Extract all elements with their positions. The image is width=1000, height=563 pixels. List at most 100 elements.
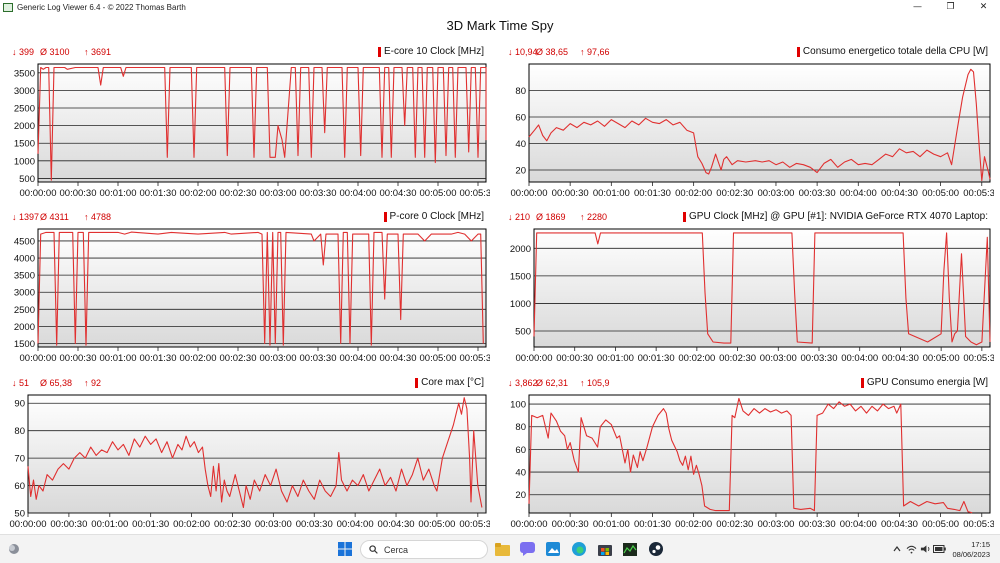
close-button[interactable]: ✕	[967, 0, 1000, 14]
chart-plot[interactable]: 50 60 70 80 90 00:00:00 00:00:30 00:01:00 00:01:…	[8, 389, 490, 531]
file-explorer-icon[interactable]	[494, 541, 510, 557]
store-icon[interactable]	[597, 541, 613, 557]
chart-title-text: GPU Clock [MHz] @ GPU [#1]: NVIDIA GeFor…	[689, 211, 988, 222]
stat-max: ↑ 2280	[580, 212, 608, 222]
x-tick-label: 00:00:00	[20, 188, 57, 199]
clock-date[interactable]: 08/06/2023	[946, 550, 990, 559]
x-tick-label: 00:04:00	[337, 519, 374, 530]
x-tick-label: 00:01:00	[100, 188, 137, 199]
chart-panel: ↓ 210 Ø 1869 ↑ 2280 GPU Clock [MHz] @ GPU […	[504, 209, 994, 365]
window-title: Generic Log Viewer 6.4 - © 2022 Thomas B…	[17, 2, 186, 12]
plot-area	[528, 63, 991, 183]
x-tick-label: 00:04:30	[378, 519, 415, 530]
x-tick-label: 00:03:30	[799, 519, 836, 530]
stat-avg: Ø 4311	[40, 212, 69, 222]
x-tick-label: 00:01:00	[100, 353, 137, 364]
x-tick-label: 00:00:30	[556, 353, 593, 364]
y-tick-label: 1500	[14, 139, 35, 150]
clock-time[interactable]: 17:15	[950, 540, 990, 549]
x-tick-label: 00:02:30	[214, 519, 251, 530]
edge-browser-icon[interactable]	[571, 541, 587, 557]
chart-title: Consumo energetico totale della CPU [W]	[796, 46, 988, 57]
legend-swatch	[860, 377, 864, 388]
chart-title-text: GPU Consumo energia [W]	[866, 377, 988, 388]
log-viewer-icon[interactable]	[622, 541, 638, 557]
x-tick-label: 00:05:00	[420, 188, 457, 199]
x-tick-label: 00:02:00	[180, 188, 217, 199]
stat-min: ↓ 10,94	[508, 47, 538, 57]
teams-chat-icon[interactable]	[519, 541, 535, 557]
chart-plot[interactable]: 150020002500300035004000450000:00:00 00:0…	[8, 223, 490, 365]
chart-title: Core max [°C]	[415, 377, 484, 388]
chart-header: ↓ 3,862 Ø 62,31 ↑ 105,9 GPU Consumo energia…	[504, 375, 994, 389]
x-tick-label: 00:01:30	[634, 188, 671, 199]
y-tick-label: 70	[14, 454, 25, 465]
chart-title-text: Core max [°C]	[421, 377, 484, 388]
taskbar-search[interactable]: Cerca	[360, 540, 488, 559]
window-titlebar: Generic Log Viewer 6.4 - © 2022 Thomas B…	[0, 0, 1000, 14]
x-tick-label: 00:03:00	[757, 519, 794, 530]
x-tick-label: 00:01:00	[91, 519, 128, 530]
x-tick-label: 00:02:00	[678, 353, 715, 364]
search-icon	[369, 545, 378, 554]
stat-avg: Ø 1869	[536, 212, 566, 222]
x-tick-label: 00:04:00	[340, 188, 377, 199]
chart-header: ↓ 51 Ø 65,38 ↑ 92 Core max [°C]	[8, 375, 490, 389]
stat-max: ↑ 4788	[84, 212, 112, 222]
chart-title: E-core 10 Clock [MHz]	[377, 46, 484, 57]
x-tick-label: 00:02:00	[675, 188, 712, 199]
steam-icon[interactable]	[648, 541, 664, 557]
x-tick-label: 00:04:30	[882, 353, 919, 364]
chart-panel: ↓ 10,94 Ø 38,65 ↑ 97,66 Consumo energetico …	[504, 44, 994, 200]
legend-swatch	[796, 46, 800, 57]
y-tick-label: 100	[510, 400, 526, 411]
y-tick-label: 20	[515, 490, 526, 501]
chart-header: ↓ 1397 Ø 4311 ↑ 4788 P-core 0 Clock [MHz]	[8, 209, 490, 223]
chart-plot[interactable]: 500 1000 1500 2000 2500 3000 3500 00:00:00 00:00…	[8, 58, 490, 200]
x-tick-label: 00:04:30	[380, 188, 417, 199]
photos-icon[interactable]	[545, 541, 561, 557]
stat-min: ↓ 1397	[12, 212, 40, 222]
x-tick-label: 00:00:30	[60, 188, 97, 199]
legend-swatch	[377, 46, 381, 57]
y-tick-label: 4000	[14, 254, 35, 265]
x-tick-label: 00:00:00	[516, 353, 553, 364]
x-tick-label: 00:00:30	[552, 519, 589, 530]
x-tick-label: 00:05:00	[420, 353, 457, 364]
chart-panel: ↓ 3,862 Ø 62,31 ↑ 105,9 GPU Consumo energia…	[504, 375, 994, 531]
y-tick-label: 2500	[14, 305, 35, 316]
weather-icon[interactable]	[6, 541, 22, 557]
x-tick-label: 00:02:30	[716, 519, 753, 530]
x-tick-label: 00:04:30	[881, 519, 918, 530]
chart-plot[interactable]: 20 40 60 80 00:00:00 00:00:30 00:01:00 00:01:30…	[504, 58, 994, 200]
battery-icon[interactable]	[931, 541, 947, 557]
start-menu-icon[interactable]	[337, 541, 353, 557]
y-tick-label: 60	[515, 112, 526, 123]
stat-avg: Ø 65,38	[40, 378, 73, 388]
app-icon	[3, 2, 13, 12]
stat-min: ↓ 399	[12, 47, 35, 57]
x-tick-label: 00:03:30	[801, 353, 838, 364]
x-tick-label: 00:01:30	[132, 519, 169, 530]
chart-panel: ↓ 1397 Ø 4311 ↑ 4788 P-core 0 Clock [MHz] 15…	[8, 209, 490, 365]
y-tick-label: 1000	[14, 156, 35, 167]
stat-min: ↓ 51	[12, 378, 30, 388]
x-tick-label: 00:04:00	[841, 353, 878, 364]
chart-header: ↓ 10,94 Ø 38,65 ↑ 97,66 Consumo energetico …	[504, 44, 994, 58]
chart-plot[interactable]: 500 1000 1500 2000 00:00:00 00:00:30 00:01:00 0…	[504, 223, 994, 365]
stat-min: ↓ 3,862	[508, 378, 538, 388]
x-tick-label: 00:01:30	[140, 188, 177, 199]
stat-avg: Ø 62,31	[536, 378, 569, 388]
x-tick-label: 00:03:30	[300, 188, 337, 199]
chart-plot[interactable]: 20 40 60 80 100 00:00:00 00:00:30 00:01:00 00:01…	[504, 389, 994, 531]
y-tick-label: 3000	[14, 288, 35, 299]
minimize-button[interactable]: —	[901, 0, 934, 14]
maximize-button[interactable]: ❐	[934, 0, 967, 14]
x-tick-label: 00:04:30	[881, 188, 918, 199]
x-tick-label: 00:00:30	[50, 519, 87, 530]
x-tick-label: 00:05:30	[963, 353, 994, 364]
y-tick-label: 80	[515, 422, 526, 433]
chart-panel: ↓ 51 Ø 65,38 ↑ 92 Core max [°C] 50 60 70 80 90 00…	[8, 375, 490, 531]
y-tick-label: 80	[515, 86, 526, 97]
chart-header: ↓ 210 Ø 1869 ↑ 2280 GPU Clock [MHz] @ GPU […	[504, 209, 994, 223]
